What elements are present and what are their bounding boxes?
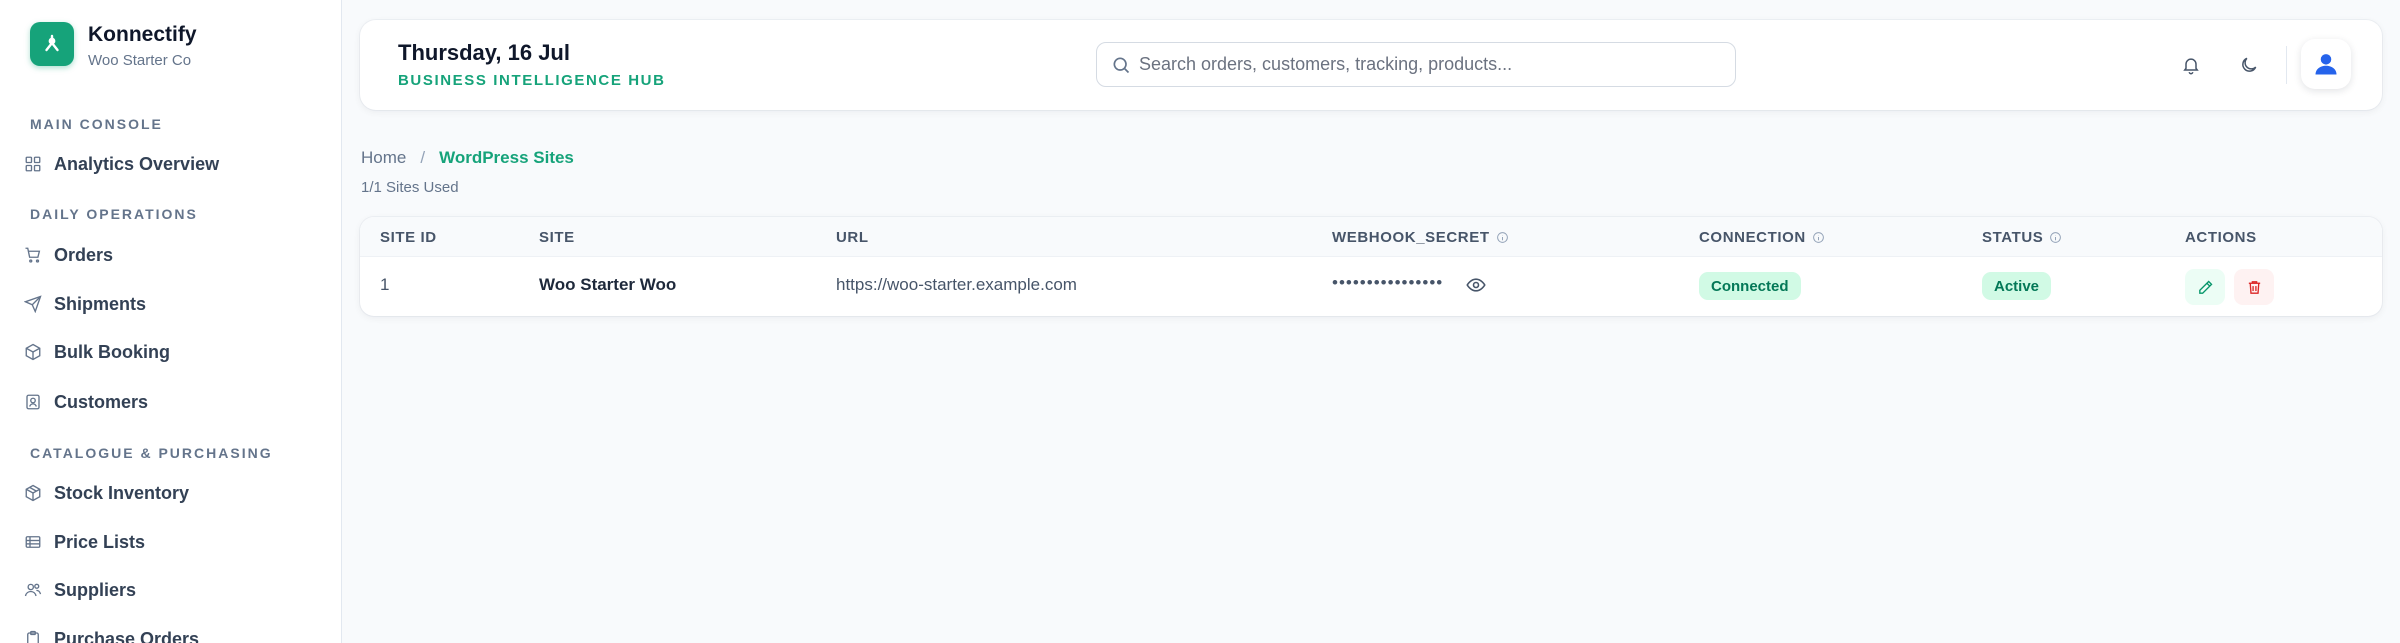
trash-icon [2248,280,2260,294]
user-icon [2315,54,2337,75]
moon-icon [2242,57,2257,72]
column-header-connection: CONNECTION [1699,229,1825,246]
sidebar-item-orders[interactable]: Orders [22,238,115,272]
grid-icon [25,156,41,172]
sidebar-item-bulk-booking[interactable]: Bulk Booking [22,335,172,369]
package-icon [25,484,41,502]
brand[interactable]: Konnectify Woo Starter Co [30,22,197,69]
contact-icon [26,394,40,410]
nav-section-main-console: MAIN CONSOLE [30,116,163,132]
cell-site-id: 1 [380,275,390,294]
column-header-site-id: SITE ID [380,229,437,246]
sidebar-item-label: Bulk Booking [54,341,170,362]
sidebar-item-label: Customers [54,391,149,412]
sidebar-item-label: Orders [54,244,114,265]
column-header-label: STATUS [1982,229,2044,246]
header-subtitle: BUSINESS INTELLIGENCE HUB [398,72,666,89]
brand-subtitle: Woo Starter Co [88,52,192,69]
pencil-icon [2198,280,2212,294]
nav-section-catalogue-purchasing: CATALOGUE & PURCHASING [30,445,273,461]
sidebar: Konnectify Woo Starter Co MAIN CONSOLE A… [0,0,342,643]
cell-site: Woo Starter Woo [539,275,677,294]
breadcrumb-separator: / [420,148,426,167]
sidebar-item-analytics-overview[interactable]: Analytics Overview [22,147,221,181]
cell-webhook-secret: •••••••••••••••• [1332,273,1444,292]
sites-used-count: 1/1 Sites Used [361,179,459,196]
sidebar-item-label: Analytics Overview [54,153,220,174]
column-header-label: WEBHOOK_SECRET [1332,229,1490,246]
connection-badge: Connected [1699,272,1801,300]
sidebar-item-label: Shipments [54,293,147,314]
sidebar-item-label: Price Lists [54,531,146,552]
users-icon [24,583,42,597]
eye-icon[interactable] [1466,275,1486,295]
notifications-button[interactable] [2176,50,2206,80]
column-header-actions: ACTIONS [2185,229,2257,246]
sidebar-item-shipments[interactable]: Shipments [22,287,148,321]
column-header-url: URL [836,229,869,246]
sidebar-item-customers[interactable]: Customers [22,385,150,419]
box-icon [25,343,41,361]
edit-button[interactable] [2185,269,2225,305]
sidebar-item-suppliers[interactable]: Suppliers [22,573,138,607]
table-header: SITE ID SITE URL WEBHOOK_SECRET CONNECTI… [360,217,2382,257]
breadcrumb: Home / WordPress Sites [361,148,574,168]
header-date: Thursday, 16 Jul [398,40,570,65]
sidebar-item-purchase-orders[interactable]: Purchase Orders [22,622,201,643]
header-divider [2286,46,2287,84]
breadcrumb-current: WordPress Sites [439,148,574,167]
brand-name: Konnectify [88,23,197,46]
column-header-site: SITE [539,229,575,246]
brand-logo-icon [30,22,74,66]
top-header: Thursday, 16 Jul BUSINESS INTELLIGENCE H… [360,20,2382,110]
send-icon [24,295,42,313]
nav-section-daily-operations: DAILY OPERATIONS [30,206,198,222]
clipboard-icon [27,630,39,643]
sidebar-item-label: Suppliers [54,579,137,600]
sidebar-item-price-lists[interactable]: Price Lists [22,525,147,559]
cart-icon [25,247,41,263]
info-icon[interactable] [2049,231,2062,244]
user-avatar-button[interactable] [2301,39,2351,89]
column-header-status: STATUS [1982,229,2062,246]
status-badge: Active [1982,272,2052,300]
list-icon [25,536,41,548]
breadcrumb-home[interactable]: Home [361,148,406,168]
bell-icon [2183,58,2199,75]
column-header-label: CONNECTION [1699,229,1806,246]
info-icon[interactable] [1496,231,1509,244]
column-header-webhook-secret: WEBHOOK_SECRET [1332,229,1509,246]
sidebar-item-label: Stock Inventory [54,482,190,503]
sidebar-item-label: Purchase Orders [54,628,200,643]
cell-url[interactable]: https://woo-starter.example.com [836,275,1077,295]
search-icon [1113,57,1130,73]
sidebar-item-stock-inventory[interactable]: Stock Inventory [22,476,191,510]
delete-button[interactable] [2234,269,2274,305]
info-icon[interactable] [1812,231,1825,244]
theme-toggle-button[interactable] [2234,50,2264,80]
sites-table: SITE ID SITE URL WEBHOOK_SECRET CONNECTI… [360,217,2382,316]
search-input[interactable] [1139,54,1719,75]
search-box[interactable] [1096,42,1736,87]
